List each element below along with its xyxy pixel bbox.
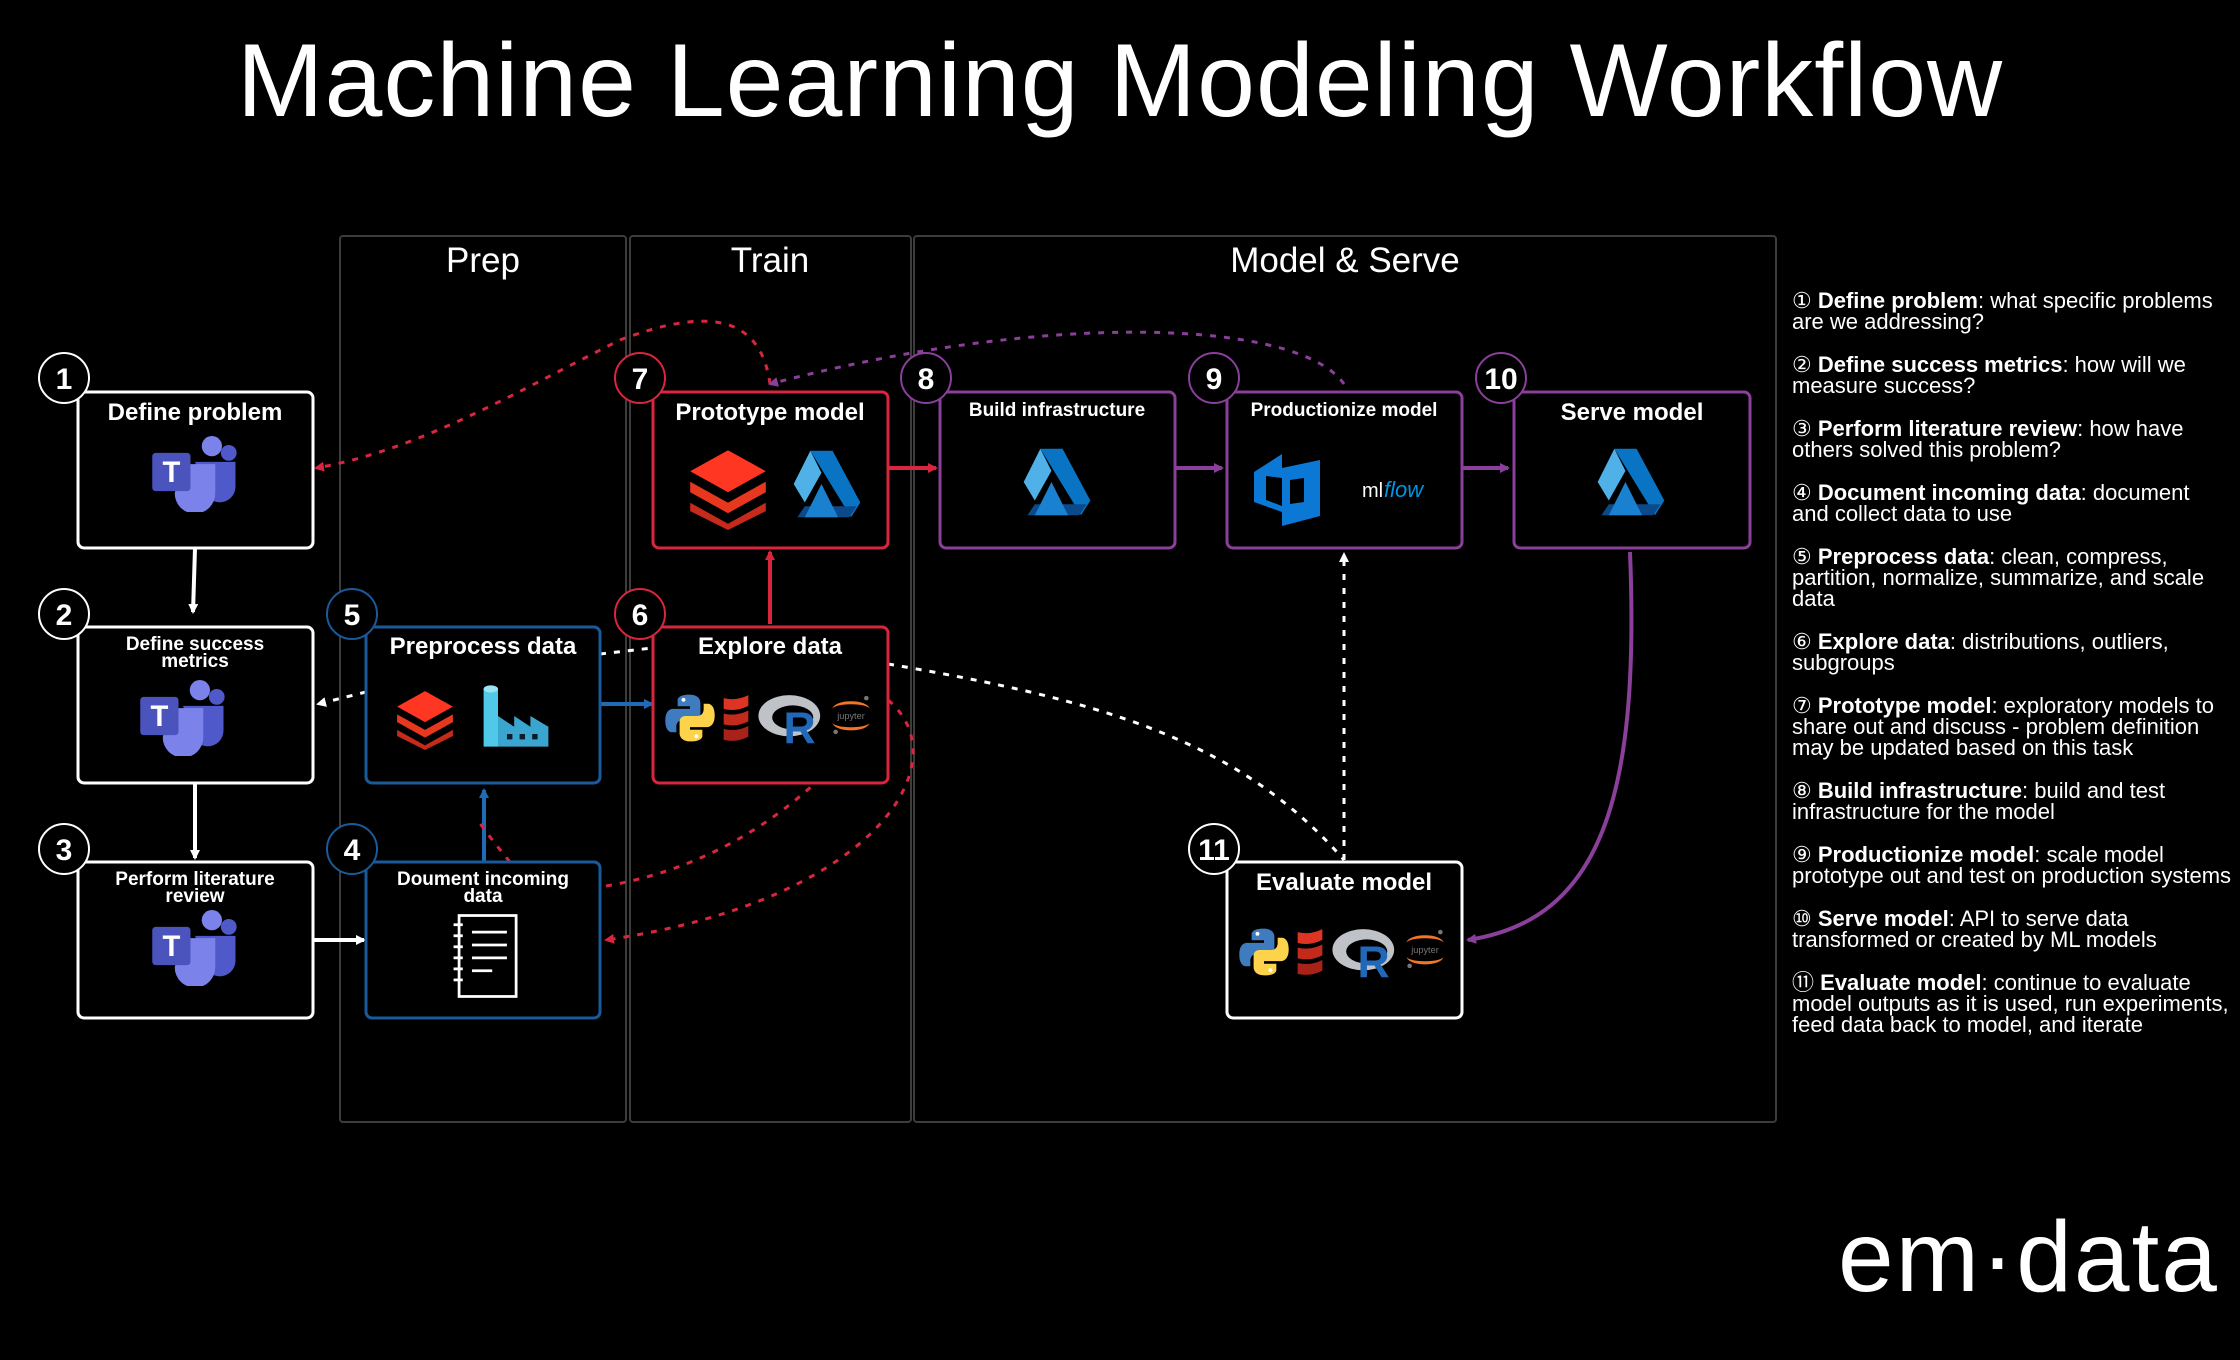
description-item: ⑤ Preprocess data: clean, compress, part… [1792,544,2205,611]
lane-train-label: Train [731,241,809,280]
step-11-label: Evaluate model [1256,869,1432,896]
scala-icon [723,695,749,741]
emdata-logo: em·data [1838,1201,2219,1313]
description-item: ② Define success metrics: how will we me… [1792,352,2186,398]
description-item: ⑦ Prototype model: exploratory models to… [1792,693,2214,760]
step-document-incoming-data[interactable]: Doument incoming data 4 [326,823,602,1020]
step-5-label: Preprocess data [390,633,577,660]
step-3-label-line2: review [165,886,224,907]
description-item: ⑩ Serve model: API to serve data transfo… [1792,906,2157,952]
scala-icon [1297,929,1323,975]
step-7-number: 7 [632,363,649,396]
step-9-label: Productionize model [1251,400,1438,421]
step-descriptions: ① Define problem: what specific problems… [1792,290,2232,1057]
step-9-number: 9 [1206,363,1223,396]
step-7-label: Prototype model [675,399,864,426]
step-4-label-line2: data [463,886,503,907]
step-productionize-model[interactable]: Productionize model ml flow 9 [1188,352,1464,550]
description-item: ④ Document incoming data: document and c… [1792,480,2190,526]
description-item: ① Define problem: what specific problems… [1792,288,2213,334]
step-6-number: 6 [632,599,649,632]
step-11-number: 11 [1198,834,1230,867]
svg-text:flow: flow [1384,477,1425,502]
arrow-1-to-2 [188,547,199,614]
step-1-label: Define problem [108,399,283,426]
step-prototype-model[interactable]: Prototype model 7 [614,352,890,550]
step-4-number: 4 [344,834,361,867]
step-8-label: Build infrastructure [969,400,1145,421]
step-explore-data[interactable]: Explore data 6 [614,588,890,785]
lane-model-serve-label: Model & Serve [1230,241,1460,280]
description-item: ⑪ Evaluate model: continue to evaluate m… [1792,970,2229,1037]
step-5-number: 5 [344,599,361,632]
step-perform-literature-review[interactable]: Perform literature review 3 [38,823,315,1020]
dotted-5-to-2 [316,690,367,707]
step-define-success-metrics[interactable]: Define success metrics 2 [38,588,315,785]
mlflow-icon: ml flow [1362,477,1425,502]
svg-text:ml: ml [1362,480,1383,502]
lane-prep-label: Prep [446,241,520,280]
step-serve-model[interactable]: Serve model 10 [1475,352,1752,550]
step-define-problem[interactable]: Define problem 1 [38,352,315,550]
description-item: ⑥ Explore data: distributions, outliers,… [1792,629,2169,675]
step-2-label-line2: metrics [161,651,229,672]
step-10-label: Serve model [1561,399,1704,426]
step-build-infrastructure[interactable]: Build infrastructure 8 [900,352,1177,550]
step-preprocess-data[interactable]: Preprocess data 5 [326,588,602,785]
step-3-number: 3 [56,834,73,867]
step-2-number: 2 [56,599,73,632]
description-item: ⑧ Build infrastructure: build and test i… [1792,778,2166,824]
arrow-10-to-11 [1466,551,1634,944]
step-8-number: 8 [918,363,935,396]
dotted-9-to-7 [768,330,1346,387]
description-item: ⑨ Productionize model: scale model proto… [1792,842,2232,888]
step-6-label: Explore data [698,633,843,660]
description-item: ③ Perform literature review: how have ot… [1792,416,2184,462]
step-10-number: 10 [1484,363,1517,396]
dotted-6-to-11 [887,662,1346,861]
step-evaluate-model[interactable]: Evaluate model 11 [1188,823,1464,1020]
step-1-number: 1 [56,363,73,396]
